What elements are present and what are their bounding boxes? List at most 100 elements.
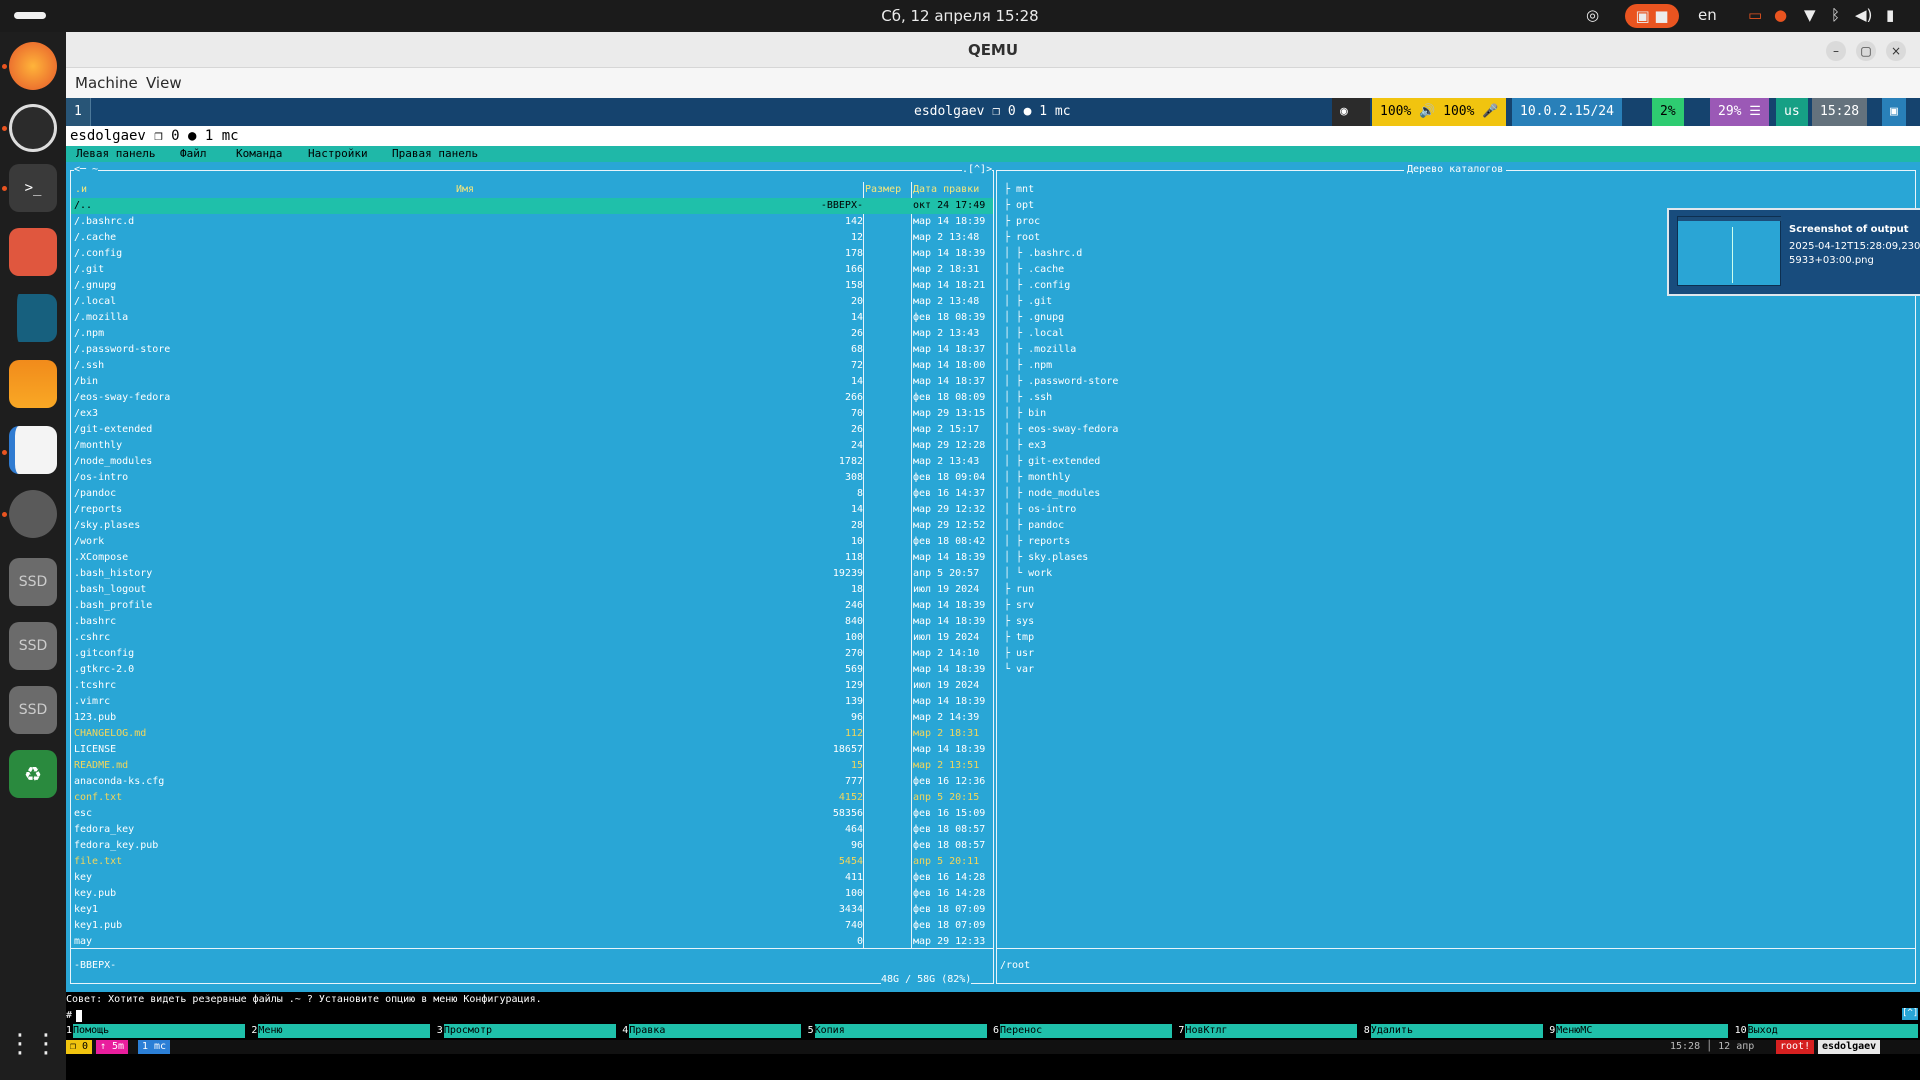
fkey-7[interactable]: 7НовКтлг [1178, 1024, 1358, 1038]
tree-item[interactable]: │ ├ .config [1004, 278, 1070, 294]
file-row[interactable]: key.pub 100 фев 16 14:28 [71, 886, 993, 902]
cpu-module[interactable]: 2% [1652, 98, 1684, 126]
tree-item[interactable]: │ ├ .bashrc.d [1004, 246, 1082, 262]
file-row[interactable]: key 411 фев 16 14:28 [71, 870, 993, 886]
file-row[interactable]: /.ssh 72 мар 14 18:00 [71, 358, 993, 374]
file-row[interactable]: key1.pub 740 фев 18 07:09 [71, 918, 993, 934]
tmux-window[interactable]: 1 mc [138, 1040, 171, 1054]
obs-icon[interactable] [9, 104, 57, 152]
command-prompt[interactable]: # [66, 1008, 72, 1024]
file-row[interactable]: /.git 166 мар 2 18:31 [71, 262, 993, 278]
volume-module[interactable]: 100% 🔊 100% 🎤 [1372, 98, 1507, 126]
tree-item[interactable]: │ ├ bin [1004, 406, 1046, 422]
file-row[interactable]: /.config 178 мар 14 18:39 [71, 246, 993, 262]
menu-view[interactable]: View [146, 74, 182, 92]
file-row[interactable]: /.password-store 68 мар 14 18:37 [71, 342, 993, 358]
file-row[interactable]: anaconda-ks.cfg 777 фев 16 12:36 [71, 774, 993, 790]
disk-ssd-icon[interactable]: SSD [9, 686, 57, 734]
file-row[interactable]: README.md 15 мар 2 13:51 [71, 758, 993, 774]
tree-item[interactable]: │ ├ ex3 [1004, 438, 1046, 454]
tree-item[interactable]: │ ├ eos-sway-fedora [1004, 422, 1118, 438]
fkey-1[interactable]: 1Помощь [66, 1024, 246, 1038]
fkey-9[interactable]: 9МенюМС [1549, 1024, 1729, 1038]
tree-item[interactable]: │ ├ reports [1004, 534, 1070, 550]
tree-item[interactable]: ├ usr [1004, 646, 1034, 662]
tree-item[interactable]: ├ sys [1004, 614, 1034, 630]
idle-inhibitor-icon[interactable]: ◉ [1332, 98, 1370, 126]
mc-menu-left[interactable]: Левая панель [76, 146, 155, 162]
file-row[interactable]: .gtkrc-2.0 569 мар 14 18:39 [71, 662, 993, 678]
file-row[interactable]: /os-intro 308 фев 18 09:04 [71, 470, 993, 486]
tree-item[interactable]: │ ├ .mozilla [1004, 342, 1076, 358]
tree-item[interactable]: │ ├ pandoc [1004, 518, 1064, 534]
fkey-8[interactable]: 8Удалить [1364, 1024, 1543, 1038]
tree-item[interactable]: ├ mnt [1004, 182, 1034, 198]
volume-icon[interactable]: ◀) [1855, 6, 1872, 24]
file-row[interactable]: .tcshrc 129 июл 19 2024 [71, 678, 993, 694]
disk-ssd-icon[interactable]: SSD [9, 558, 57, 606]
fkey-3[interactable]: 3Просмотр [437, 1024, 616, 1038]
file-row[interactable]: /.bashrc.d 142 мар 14 18:39 [71, 214, 993, 230]
file-row[interactable]: esc 58356 фев 16 15:09 [71, 806, 993, 822]
vm-display[interactable]: 1 esdolgaev ❐ 0 ● 1 mc ◉ 100% 🔊 100% 🎤 1… [66, 98, 1920, 1080]
minimize-button[interactable]: – [1826, 41, 1846, 61]
wifi-icon[interactable]: ▼ [1804, 6, 1816, 24]
tree-item[interactable]: ├ opt [1004, 198, 1034, 214]
tree-item[interactable]: ├ root [1004, 230, 1040, 246]
file-row[interactable]: .bashrc 840 мар 14 18:39 [71, 614, 993, 630]
tree-item[interactable]: │ ├ .git [1004, 294, 1052, 310]
file-row[interactable]: .bash_logout 18 июл 19 2024 [71, 582, 993, 598]
workspace-button[interactable]: 1 [66, 98, 91, 126]
language-indicator[interactable]: en [1698, 6, 1717, 24]
file-row[interactable]: .vimrc 139 мар 14 18:39 [71, 694, 993, 710]
file-row[interactable]: /.local 20 мар 2 13:48 [71, 294, 993, 310]
fkey-2[interactable]: 2Меню [251, 1024, 431, 1038]
memory-module[interactable]: 29% ☰ [1710, 98, 1769, 126]
fkey-4[interactable]: 4Правка [622, 1024, 802, 1038]
fkey-5[interactable]: 5Копия [808, 1024, 987, 1038]
file-row[interactable]: /pandoc 8 фев 16 14:37 [71, 486, 993, 502]
file-row[interactable]: /node_modules 1782 мар 2 13:43 [71, 454, 993, 470]
fkey-6[interactable]: 6Перенос [993, 1024, 1173, 1038]
clock-module[interactable]: 15:28 [1812, 98, 1868, 126]
terminal-icon[interactable]: >_ [9, 164, 57, 212]
tree-item[interactable]: ├ srv [1004, 598, 1034, 614]
file-row[interactable]: /monthly 24 мар 29 12:28 [71, 438, 993, 454]
file-row[interactable]: /reports 14 мар 29 12:32 [71, 502, 993, 518]
file-row[interactable]: .bash_profile 246 мар 14 18:39 [71, 598, 993, 614]
tree-item[interactable]: │ ├ .ssh [1004, 390, 1052, 406]
file-row[interactable]: .XCompose 118 мар 14 18:39 [71, 550, 993, 566]
file-row[interactable]: /.mozilla 14 фев 18 08:39 [71, 310, 993, 326]
recording-indicator[interactable]: ▣ ■ [1625, 4, 1679, 28]
vscode-like-icon[interactable] [9, 294, 57, 342]
app-grid-icon[interactable]: ⋮⋮ [7, 1020, 59, 1068]
file-row[interactable]: /work 10 фев 18 08:42 [71, 534, 993, 550]
tree-item[interactable]: │ ├ git-extended [1004, 454, 1100, 470]
maximize-button[interactable]: ▢ [1856, 41, 1876, 61]
fkey-10[interactable]: 10Выход [1735, 1024, 1918, 1038]
col-header-name[interactable]: Имя [456, 182, 474, 198]
file-row[interactable]: /.npm 26 мар 2 13:43 [71, 326, 993, 342]
file-row[interactable]: .cshrc 100 июл 19 2024 [71, 630, 993, 646]
keyboard-layout[interactable]: us [1776, 98, 1808, 126]
file-row[interactable]: LICENSE 18657 мар 14 18:39 [71, 742, 993, 758]
tree-item[interactable]: ├ tmp [1004, 630, 1034, 646]
menu-machine[interactable]: Machine [75, 74, 138, 92]
disk-ssd-icon[interactable]: SSD [9, 622, 57, 670]
tree-item[interactable]: │ ├ .gnupg [1004, 310, 1064, 326]
tree-item[interactable]: │ ├ .cache [1004, 262, 1064, 278]
file-row[interactable]: key1 3434 фев 18 07:09 [71, 902, 993, 918]
qemu-icon[interactable] [9, 490, 57, 538]
tree-item[interactable]: ├ proc [1004, 214, 1040, 230]
screencast-icon[interactable]: ◎ [1586, 6, 1599, 24]
vlc-icon[interactable] [9, 360, 57, 408]
text-editor-icon[interactable] [9, 426, 57, 474]
file-row[interactable]: conf.txt 4152 апр 5 20:15 [71, 790, 993, 806]
tree-item[interactable]: │ ├ monthly [1004, 470, 1070, 486]
file-row[interactable]: /git-extended 26 мар 2 15:17 [71, 422, 993, 438]
tree-item[interactable]: │ ├ .local [1004, 326, 1064, 342]
tree-item[interactable]: │ └ work [1004, 566, 1052, 582]
file-row[interactable]: /.gnupg 158 мар 14 18:21 [71, 278, 993, 294]
trash-icon[interactable]: ♻ [9, 750, 57, 798]
col-header-date[interactable]: Дата правки [913, 182, 979, 198]
